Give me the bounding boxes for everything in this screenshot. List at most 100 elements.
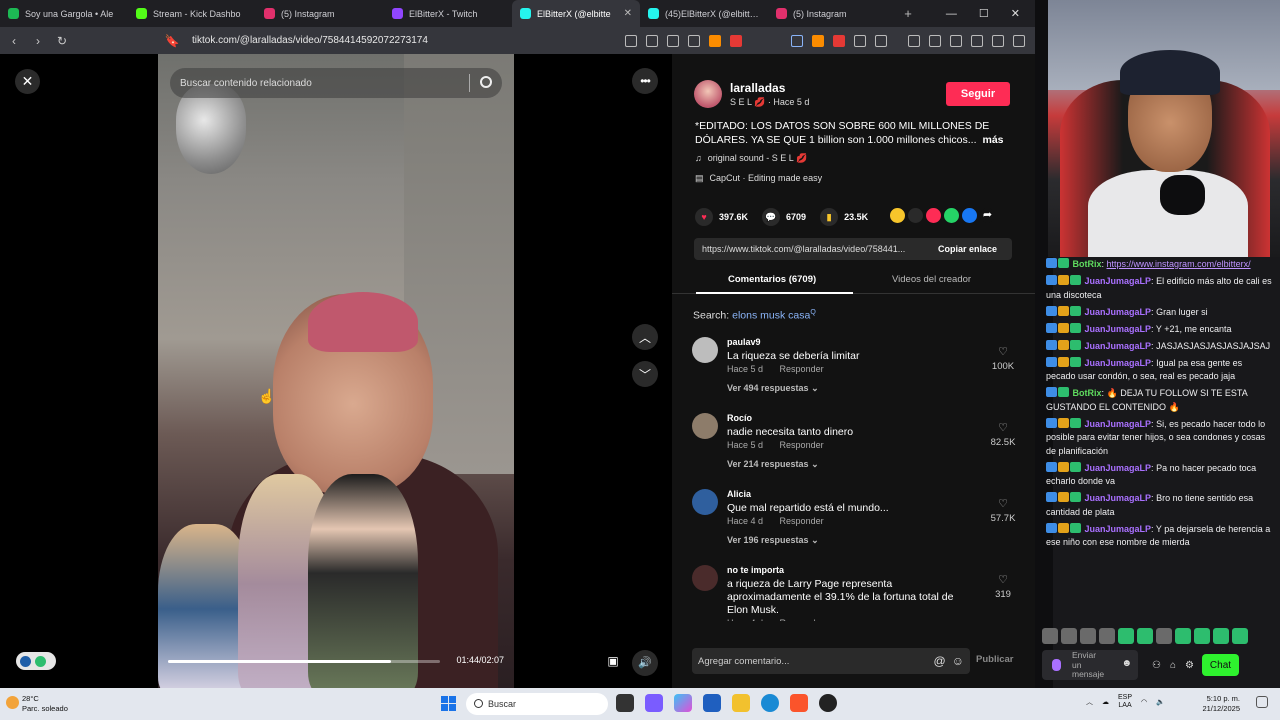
emote-9[interactable] bbox=[1194, 628, 1210, 644]
emote-2[interactable] bbox=[1061, 628, 1077, 644]
publish-button[interactable]: Publicar bbox=[976, 654, 1014, 665]
media-icon[interactable] bbox=[875, 34, 887, 47]
reload-icon[interactable]: ↻ bbox=[52, 34, 72, 48]
chat-username[interactable]: JuanJumagaLP bbox=[1085, 341, 1152, 351]
chat-username[interactable]: JuanJumagaLP bbox=[1085, 358, 1152, 368]
browser-tab[interactable]: Stream - Kick Dashbo bbox=[128, 0, 256, 27]
screenshot-icon[interactable] bbox=[646, 34, 658, 47]
more-options-button[interactable]: ••• bbox=[632, 68, 658, 94]
notification-icon[interactable] bbox=[1256, 696, 1268, 708]
save-button[interactable]: ▮ 23.5K bbox=[820, 208, 868, 226]
menu-icon[interactable] bbox=[1013, 34, 1025, 47]
mention-icon[interactable]: @ bbox=[934, 654, 946, 668]
start-button[interactable] bbox=[441, 696, 456, 711]
minimize-icon[interactable]: — bbox=[946, 8, 957, 20]
video-player[interactable]: Buscar contenido relacionado 01:44/02:07 bbox=[158, 54, 514, 688]
emote-8[interactable] bbox=[1175, 628, 1191, 644]
video-progress-bar[interactable] bbox=[168, 660, 440, 663]
browser-tab[interactable]: (5) Instagram bbox=[256, 0, 384, 27]
tracking-icon[interactable] bbox=[625, 34, 637, 47]
reply-button[interactable]: Responder bbox=[780, 364, 824, 374]
chat-username[interactable]: JuanJumagaLP bbox=[1085, 276, 1152, 286]
commenter-name[interactable]: Rocío bbox=[727, 413, 752, 423]
emote-4[interactable] bbox=[1099, 628, 1115, 644]
reply-button[interactable]: Responder bbox=[780, 440, 824, 450]
maximize-icon[interactable]: ☐ bbox=[979, 7, 989, 20]
translate-icon[interactable] bbox=[667, 34, 679, 47]
tab-comments[interactable]: Comentarios (6709) bbox=[728, 274, 816, 285]
system-clock[interactable]: 5:10 p. m. 21/12/2025 bbox=[1202, 694, 1240, 714]
commenter-avatar[interactable] bbox=[692, 489, 718, 515]
chat-settings-icon[interactable]: ⚙ bbox=[1185, 660, 1194, 671]
author-username[interactable]: laralladas bbox=[730, 81, 785, 95]
comment-input[interactable]: Agregar comentario... @ ☺ bbox=[692, 648, 970, 674]
browser-tab[interactable]: ElBitterX - Twitch bbox=[384, 0, 512, 27]
capcut-row[interactable]: ▤ CapCut · Editing made easy bbox=[695, 173, 822, 184]
author-avatar[interactable] bbox=[694, 80, 722, 108]
brave-shield-icon[interactable] bbox=[709, 34, 721, 47]
copilot-icon[interactable] bbox=[674, 694, 692, 712]
store-icon[interactable] bbox=[703, 694, 721, 712]
previous-video-button[interactable]: ︿ bbox=[632, 324, 658, 350]
repost-icon[interactable] bbox=[890, 208, 905, 223]
commenter-name[interactable]: Alicia bbox=[727, 489, 751, 499]
close-tab-icon[interactable]: ✕ bbox=[624, 8, 632, 19]
mic-icon[interactable] bbox=[1052, 659, 1061, 671]
chat-username[interactable]: JuanJumagaLP bbox=[1085, 493, 1152, 503]
chat-username[interactable]: JuanJumagaLP bbox=[1085, 307, 1152, 317]
commenter-avatar[interactable] bbox=[692, 337, 718, 363]
miniplayer-button[interactable]: ▣ bbox=[602, 650, 624, 672]
browser-tab[interactable]: (45)ElBitterX (@elbitterx.k bbox=[640, 0, 768, 27]
emoji-icon[interactable]: ☺ bbox=[952, 654, 964, 668]
chat-username[interactable]: JuanJumagaLP bbox=[1085, 524, 1152, 534]
browser-tab[interactable]: ElBitterX (@elbitte ✕ bbox=[512, 0, 640, 27]
bookmark-icon[interactable]: 🔖 bbox=[162, 34, 182, 48]
comment-like-button[interactable]: ♡ 57.7K bbox=[988, 497, 1018, 524]
chat-store-icon[interactable]: ⌂ bbox=[1170, 660, 1176, 671]
chat-message-input[interactable]: Enviar un mensaje ☻ bbox=[1042, 650, 1138, 680]
snipping-tool-icon[interactable] bbox=[645, 694, 663, 712]
sound-row[interactable]: ♫ original sound - S E L 💋 bbox=[695, 153, 807, 164]
taskbar-search[interactable]: Buscar bbox=[466, 693, 608, 715]
task-view-icon[interactable] bbox=[616, 694, 634, 712]
tray-chevron-icon[interactable]: ︿ bbox=[1086, 697, 1093, 707]
chat-send-button[interactable]: Chat bbox=[1201, 654, 1239, 676]
brave-rewards-icon[interactable] bbox=[730, 34, 742, 47]
obs-icon[interactable] bbox=[819, 694, 837, 712]
next-video-button[interactable]: ﹀ bbox=[632, 361, 658, 387]
close-window-icon[interactable]: ✕ bbox=[1011, 7, 1020, 20]
url-field[interactable]: tiktok.com/@laralladas/video/75844145920… bbox=[192, 35, 428, 46]
reply-button[interactable]: Responder bbox=[780, 618, 824, 621]
volume-icon[interactable]: 🔈 bbox=[1156, 698, 1165, 706]
reply-button[interactable]: Responder bbox=[780, 516, 824, 526]
related-search-input[interactable]: Buscar contenido relacionado bbox=[170, 68, 502, 98]
chat-users-icon[interactable]: ⚇ bbox=[1152, 660, 1161, 671]
chat-username[interactable]: BotRix bbox=[1073, 259, 1102, 269]
language-indicator[interactable]: ESP LAA bbox=[1118, 694, 1132, 710]
search-query[interactable]: elons musk casa bbox=[732, 310, 810, 322]
back-icon[interactable]: ‹ bbox=[4, 34, 24, 48]
comment-like-button[interactable]: ♡ 82.5K bbox=[988, 421, 1018, 448]
copy-link-button[interactable]: Copiar enlace bbox=[938, 244, 997, 254]
extensions-icon[interactable] bbox=[854, 34, 866, 47]
browser-tab[interactable]: Soy una Gargola • Ale bbox=[0, 0, 128, 27]
follow-button[interactable]: Seguir bbox=[946, 82, 1010, 106]
volume-button[interactable]: 🔊 bbox=[632, 650, 658, 676]
commenter-avatar[interactable] bbox=[692, 565, 718, 591]
emote-11[interactable] bbox=[1232, 628, 1248, 644]
view-replies-button[interactable]: Ver 214 respuestas ⌄ bbox=[727, 459, 819, 470]
search-icon[interactable] bbox=[480, 76, 492, 88]
forward-icon[interactable]: › bbox=[28, 34, 48, 48]
commenter-name[interactable]: paulav9 bbox=[727, 337, 761, 347]
close-video-button[interactable]: ✕ bbox=[15, 69, 40, 94]
wifi-icon[interactable]: ◠ bbox=[1141, 698, 1147, 706]
send-icon[interactable] bbox=[926, 208, 941, 223]
commenter-name[interactable]: no te importa bbox=[727, 565, 784, 575]
chat-message-text[interactable]: https://www.instagram.com/elbitterx/ bbox=[1107, 259, 1251, 269]
facebook-icon[interactable] bbox=[962, 208, 977, 223]
new-tab-button[interactable]: + bbox=[896, 6, 920, 21]
file-explorer-icon[interactable] bbox=[732, 694, 750, 712]
emote-3[interactable] bbox=[1080, 628, 1096, 644]
tray-app-icon[interactable]: ☁ bbox=[1102, 698, 1109, 706]
caption-more-link[interactable]: más bbox=[983, 134, 1004, 146]
